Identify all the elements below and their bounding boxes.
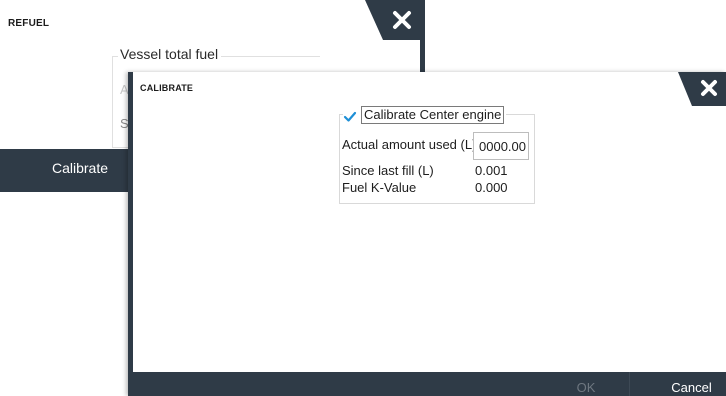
close-icon [365, 0, 425, 40]
calibrate-engine-label: Calibrate Center engine [361, 106, 505, 124]
calibrate-engine-checkbox-row[interactable]: Calibrate Center engine [343, 105, 507, 125]
calibrate-footer: OK Cancel [133, 372, 726, 396]
vessel-total-fuel-label: Vessel total fuel [118, 46, 222, 62]
fuel-k-value-label: Fuel K-Value [342, 180, 417, 195]
cancel-button[interactable]: Cancel [633, 372, 726, 396]
calibrate-engine-checkbox[interactable] [343, 110, 357, 124]
calibrate-title: CALIBRATE [140, 83, 194, 93]
footer-divider [629, 372, 630, 396]
actual-amount-used-label: Actual amount used (L) [342, 137, 477, 152]
actual-amount-used-input[interactable] [473, 132, 529, 160]
ok-button[interactable]: OK [533, 372, 629, 396]
fuel-k-value-value: 0.000 [475, 180, 508, 195]
refuel-title: REFUEL [8, 18, 50, 29]
refuel-close-button[interactable] [365, 0, 425, 40]
calibrate-close-button[interactable] [678, 72, 726, 106]
since-last-fill-value: 0.001 [475, 163, 508, 178]
calibrate-button[interactable]: Calibrate [0, 149, 140, 187]
checkmark-icon [343, 111, 357, 122]
close-icon [678, 72, 726, 106]
since-last-fill-label: Since last fill (L) [342, 163, 434, 178]
calibrate-dialog: CALIBRATE Calibrate Center engine Actual… [128, 72, 726, 396]
